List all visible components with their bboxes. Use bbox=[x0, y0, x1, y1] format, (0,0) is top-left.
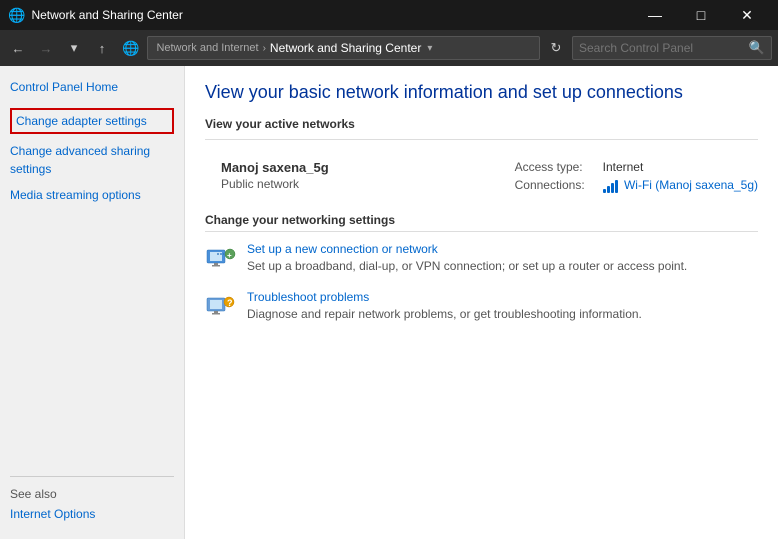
active-networks-header: View your active networks bbox=[205, 117, 758, 131]
title-bar-controls: — □ ✕ bbox=[632, 0, 770, 30]
address-part2: Network and Sharing Center bbox=[270, 41, 421, 55]
close-button[interactable]: ✕ bbox=[724, 0, 770, 30]
setup-connection-link[interactable]: Set up a new connection or network bbox=[247, 242, 758, 256]
connections-value: Wi-Fi (Manoj saxena_5g) bbox=[603, 178, 758, 193]
troubleshoot-desc: Diagnose and repair network problems, or… bbox=[247, 307, 642, 321]
window-title: Network and Sharing Center bbox=[31, 8, 182, 22]
setup-connection-content: Set up a new connection or network Set u… bbox=[247, 242, 758, 275]
address-dropdown-arrow: ▾ bbox=[427, 43, 432, 54]
setup-connection-item: + Set up a new connection or network Set… bbox=[205, 242, 758, 276]
access-type-label: Access type: bbox=[515, 160, 595, 174]
troubleshoot-svg: ? bbox=[205, 292, 237, 324]
access-type-row: Access type: Internet bbox=[515, 160, 758, 174]
sidebar-item-control-panel-home[interactable]: Control Panel Home bbox=[10, 78, 174, 96]
title-bar-left: 🌐 Network and Sharing Center bbox=[8, 7, 183, 24]
wifi-bar-1 bbox=[603, 189, 606, 193]
access-type-value: Internet bbox=[603, 160, 644, 174]
wifi-signal-icon bbox=[603, 179, 618, 193]
content-area: View your basic network information and … bbox=[185, 66, 778, 539]
troubleshoot-content: Troubleshoot problems Diagnose and repai… bbox=[247, 290, 758, 323]
dropdown-button[interactable]: ▾ bbox=[62, 36, 86, 60]
connections-link[interactable]: Wi-Fi (Manoj saxena_5g) bbox=[624, 178, 758, 192]
divider-active bbox=[205, 139, 758, 140]
search-bar[interactable]: 🔍 bbox=[572, 36, 772, 60]
minimize-button[interactable]: — bbox=[632, 0, 678, 30]
setup-connection-icon: + bbox=[205, 244, 237, 276]
connections-label: Connections: bbox=[515, 178, 595, 192]
wifi-bar-4 bbox=[615, 180, 618, 193]
wifi-bar-2 bbox=[607, 186, 610, 193]
setup-connection-svg: + bbox=[205, 244, 237, 276]
network-type: Public network bbox=[221, 177, 329, 191]
see-also-title: See also bbox=[10, 487, 174, 501]
forward-button[interactable]: → bbox=[34, 36, 58, 60]
network-name: Manoj saxena_5g bbox=[221, 160, 329, 175]
troubleshoot-item: ? Troubleshoot problems Diagnose and rep… bbox=[205, 290, 758, 324]
title-bar: 🌐 Network and Sharing Center — □ ✕ bbox=[0, 0, 778, 30]
address-separator: › bbox=[263, 43, 266, 54]
search-icon[interactable]: 🔍 bbox=[749, 40, 765, 56]
back-button[interactable]: ← bbox=[6, 36, 30, 60]
active-networks-row: Manoj saxena_5g Public network Access ty… bbox=[205, 152, 758, 209]
networking-settings-header: Change your networking settings bbox=[205, 213, 758, 232]
wifi-bar-3 bbox=[611, 183, 614, 193]
main-container: Control Panel Home Change adapter settin… bbox=[0, 66, 778, 539]
network-info-left: Manoj saxena_5g Public network bbox=[221, 160, 329, 191]
address-icon: 🌐 bbox=[122, 40, 139, 57]
address-bar: ← → ▾ ↑ 🌐 Network and Internet › Network… bbox=[0, 30, 778, 66]
address-path: Network and Internet › Network and Shari… bbox=[147, 36, 540, 60]
sidebar: Control Panel Home Change adapter settin… bbox=[0, 66, 185, 539]
setup-connection-desc: Set up a broadband, dial-up, or VPN conn… bbox=[247, 259, 687, 273]
refresh-button[interactable]: ↻ bbox=[544, 36, 568, 60]
address-part1: Network and Internet bbox=[156, 42, 258, 54]
connections-row: Connections: Wi-Fi (Manoj saxena_5g) bbox=[515, 178, 758, 193]
troubleshoot-icon: ? bbox=[205, 292, 237, 324]
sidebar-item-change-advanced-sharing[interactable]: Change advanced sharing settings bbox=[10, 142, 174, 178]
networking-settings-section: Change your networking settings + bbox=[205, 213, 758, 324]
troubleshoot-link[interactable]: Troubleshoot problems bbox=[247, 290, 758, 304]
sidebar-item-change-adapter-settings[interactable]: Change adapter settings bbox=[10, 108, 174, 134]
svg-text:+: + bbox=[227, 251, 232, 260]
page-title: View your basic network information and … bbox=[205, 82, 758, 103]
see-also-section: See also Internet Options bbox=[10, 476, 174, 527]
maximize-button[interactable]: □ bbox=[678, 0, 724, 30]
search-input[interactable] bbox=[579, 41, 749, 55]
sidebar-item-internet-options[interactable]: Internet Options bbox=[10, 505, 174, 523]
svg-text:?: ? bbox=[227, 298, 233, 308]
up-button[interactable]: ↑ bbox=[90, 36, 114, 60]
sidebar-item-media-streaming[interactable]: Media streaming options bbox=[10, 186, 174, 204]
network-info-right: Access type: Internet Connections: Wi-Fi bbox=[515, 160, 758, 193]
window-icon: 🌐 bbox=[8, 7, 25, 24]
